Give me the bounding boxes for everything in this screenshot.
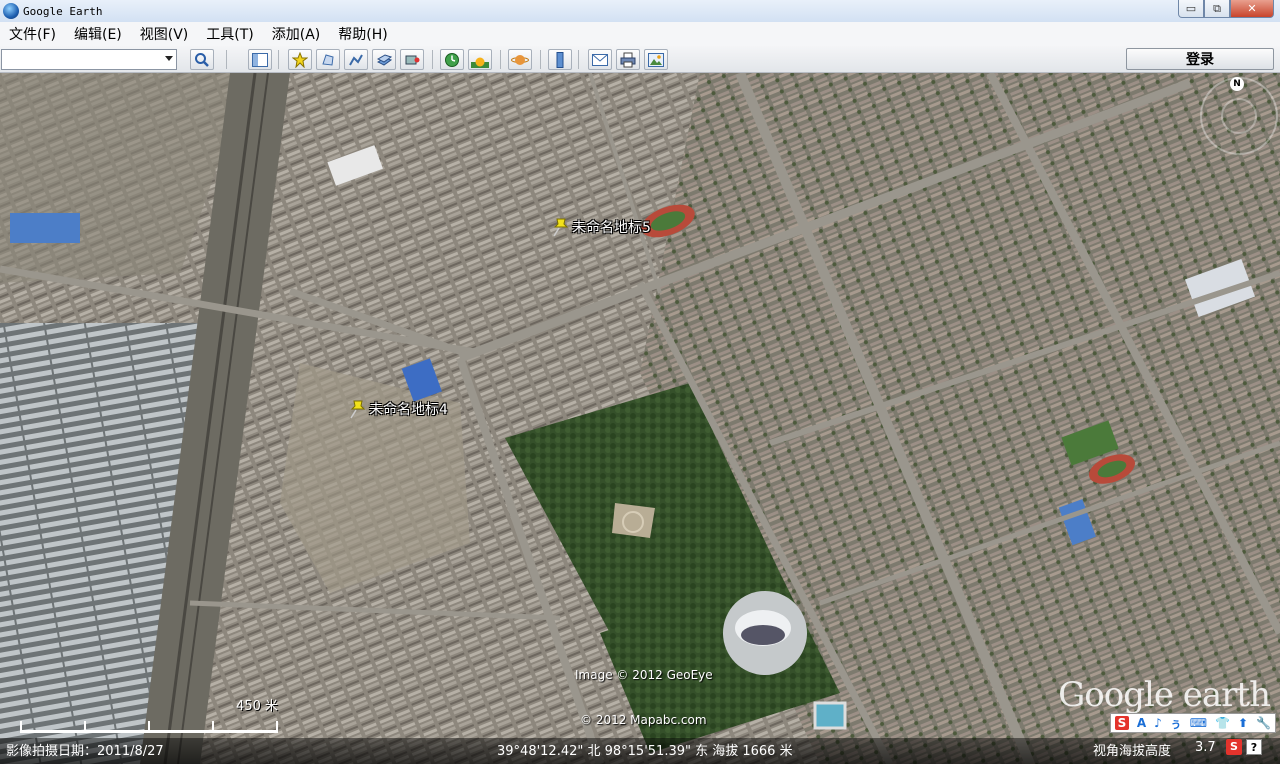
eye-altitude-value: 3.7: [1195, 740, 1216, 755]
mapabc-credit: © 2012 Mapabc.com: [580, 713, 707, 727]
record-tour-icon: [405, 55, 420, 64]
cursor-coordinates: 39°48'12.42" 北 98°15'51.39" 东 海拔 1666 米: [497, 744, 793, 759]
sidebar-icon: [252, 52, 268, 67]
toolbar-separator: [500, 50, 501, 69]
scale-tick: [148, 721, 150, 733]
close-button[interactable]: ✕: [1230, 0, 1274, 18]
toolbar-separator: [226, 50, 227, 69]
sun-icon: [471, 57, 489, 68]
add-path-button[interactable]: [344, 49, 368, 70]
minimize-button[interactable]: ▭: [1178, 0, 1204, 18]
sunlight-button[interactable]: [468, 49, 492, 70]
earth-map-view[interactable]: 未命名地标5 未命名地标4 N 450 米 Image © 2012 GeoEy…: [0, 73, 1280, 764]
ime-skin-icon[interactable]: 👕: [1215, 716, 1230, 730]
search-button[interactable]: [190, 49, 214, 70]
toolbar: 登录: [0, 46, 1280, 73]
north-indicator[interactable]: N: [1230, 77, 1244, 91]
image-icon: [648, 52, 664, 67]
sogou-s-icon[interactable]: S: [1114, 716, 1129, 730]
imagery-credit: Image © 2012 GeoEye: [575, 668, 713, 682]
scale-tick: [212, 721, 214, 733]
placemark-5[interactable]: 未命名地标5: [550, 216, 651, 238]
magnifier-icon: [195, 52, 209, 67]
polygon-icon: [322, 53, 334, 66]
planet-icon: [511, 54, 529, 65]
scale-legend: 450 米: [20, 699, 278, 733]
yellow-pushpin-icon: [350, 400, 366, 419]
eye-altitude-label: 视角海拔高度: [1093, 744, 1172, 759]
chevron-down-icon[interactable]: [165, 56, 173, 61]
ime-fullwidth-icon[interactable]: ぅ: [1170, 715, 1182, 732]
add-placemark-button[interactable]: [288, 49, 312, 70]
email-button[interactable]: [588, 49, 612, 70]
path-icon: [349, 54, 363, 65]
google-earth-logo: Google earth: [1058, 675, 1271, 715]
ime-up-icon[interactable]: ⬆: [1238, 716, 1248, 730]
add-polygon-button[interactable]: [316, 49, 340, 70]
add-image-overlay-button[interactable]: [372, 49, 396, 70]
ruler-button[interactable]: [548, 49, 572, 70]
title-bar: Google Earth ▭ ⧉ ✕: [0, 0, 1280, 22]
imagery-date: 影像拍摄日期：2011/8/27: [6, 744, 164, 759]
login-button[interactable]: 登录: [1126, 48, 1274, 70]
help-icon[interactable]: ?: [1246, 739, 1262, 755]
status-bar: 影像拍摄日期：2011/8/27 39°48'12.42" 北 98°15'51…: [0, 738, 1280, 764]
sogou-tray-icon[interactable]: S: [1226, 739, 1242, 755]
ime-punct-icon[interactable]: ♪: [1154, 716, 1162, 730]
window-controls: ▭ ⧉ ✕: [1178, 0, 1274, 18]
save-image-button[interactable]: [644, 49, 668, 70]
toolbar-separator: [432, 50, 433, 69]
scale-label: 450 米: [236, 699, 278, 714]
scale-tick: [276, 721, 278, 733]
scale-tick: [20, 721, 22, 733]
satellite-imagery: [0, 73, 1280, 764]
yellow-pushpin-icon: [553, 218, 569, 237]
google-earth-app-icon: [3, 3, 19, 19]
search-combobox[interactable]: [1, 49, 177, 70]
toolbar-separator: [578, 50, 579, 69]
menu-tools[interactable]: 工具(T): [197, 24, 262, 44]
toolbar-separator: [540, 50, 541, 69]
ime-keyboard-icon[interactable]: ⌨: [1190, 716, 1207, 730]
switch-planet-button[interactable]: [508, 49, 532, 70]
window-title: Google Earth: [23, 4, 103, 18]
overlay-icon: [376, 53, 392, 66]
menu-help[interactable]: 帮助(H): [329, 24, 396, 44]
menu-add[interactable]: 添加(A): [263, 24, 330, 44]
pushpin-icon: [292, 51, 308, 68]
historical-imagery-button[interactable]: [440, 49, 464, 70]
print-icon: [620, 52, 636, 67]
scale-tick: [84, 721, 86, 733]
look-joystick[interactable]: [1221, 98, 1257, 134]
ime-settings-icon[interactable]: 🔧: [1256, 716, 1271, 730]
menu-view[interactable]: 视图(V): [131, 24, 198, 44]
placemark-label: 未命名地标4: [369, 402, 448, 418]
print-button[interactable]: [616, 49, 640, 70]
navigation-compass[interactable]: N: [1200, 77, 1278, 155]
email-icon: [592, 53, 608, 66]
placemark-label: 未命名地标5: [572, 220, 651, 236]
clock-icon: [445, 52, 459, 67]
menu-edit[interactable]: 编辑(E): [65, 24, 131, 44]
sidebar-toggle-button[interactable]: [248, 49, 272, 70]
search-input[interactable]: [2, 50, 152, 69]
menu-file[interactable]: 文件(F): [0, 24, 65, 44]
toolbar-separator: [278, 50, 279, 69]
ime-mode-icon[interactable]: A: [1137, 716, 1146, 730]
ime-toolbar[interactable]: S A ♪ ぅ ⌨ 👕 ⬆ 🔧: [1110, 713, 1276, 733]
placemark-4[interactable]: 未命名地标4: [347, 398, 448, 420]
restore-button[interactable]: ⧉: [1204, 0, 1230, 18]
ruler-icon: [556, 51, 564, 68]
record-tour-button[interactable]: [400, 49, 424, 70]
menu-bar: 文件(F) 编辑(E) 视图(V) 工具(T) 添加(A) 帮助(H): [0, 22, 1280, 46]
